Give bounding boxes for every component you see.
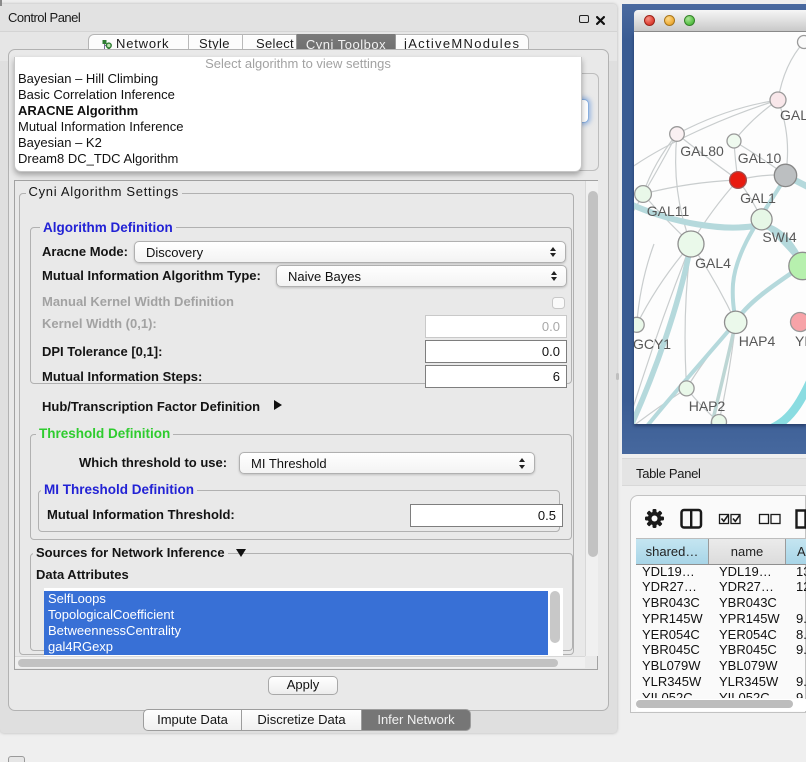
svg-text:GAL1: GAL1	[740, 190, 776, 206]
svg-text:GAL80: GAL80	[680, 143, 724, 159]
svg-text:GAL10: GAL10	[738, 150, 782, 166]
svg-text:GAL11: GAL11	[647, 203, 690, 219]
svg-text:HAP4: HAP4	[739, 333, 776, 349]
svg-text:YEL: YEL	[795, 333, 806, 349]
svg-text:GCY1: GCY1	[634, 336, 671, 352]
svg-text:HAP2: HAP2	[689, 398, 726, 414]
svg-text:GAL4: GAL4	[695, 255, 731, 271]
svg-text:GAL7: GAL7	[780, 107, 806, 123]
svg-text:SWI4: SWI4	[762, 229, 796, 245]
